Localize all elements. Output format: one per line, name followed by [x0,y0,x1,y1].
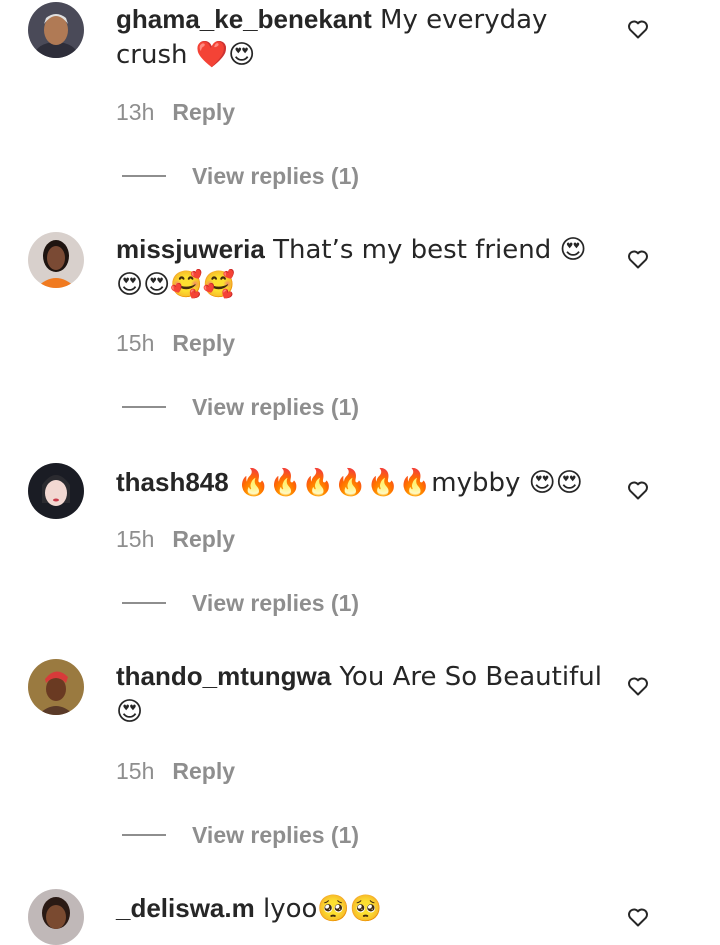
view-replies-button[interactable]: View replies (1) [122,162,359,190]
comment-username[interactable]: _deliswa.m [116,893,255,923]
heart-outline-icon[interactable] [626,674,650,698]
divider-line [122,834,166,836]
view-replies-label: View replies (1) [192,393,360,420]
comment-text: _deliswa.m lyoo🥺🥺 [116,891,606,926]
view-replies-button[interactable]: View replies (1) [122,821,359,849]
divider-line [122,602,166,604]
comment-time: 15h [116,330,155,356]
reply-button[interactable]: Reply [172,330,235,356]
comment-meta: 13h Reply [116,98,235,126]
comment-text: ghama_ke_benekant My everyday crush ❤️😍 [116,2,606,72]
comment-text: missjuweria That’s my best friend 😍😍😍🥰🥰 [116,232,606,302]
reply-button[interactable]: Reply [172,99,235,125]
divider-line [122,175,166,177]
comment-time: 13h [116,99,155,125]
heart-outline-icon[interactable] [626,478,650,502]
comment-username[interactable]: thando_mtungwa [116,661,331,691]
comment-body: 🔥🔥🔥🔥🔥🔥mybby 😍😍 [228,468,583,498]
reply-button[interactable]: Reply [172,526,235,552]
reply-button[interactable]: Reply [172,758,235,784]
view-replies-label: View replies (1) [192,162,360,189]
comment-meta: 15h Reply [116,757,235,785]
avatar[interactable] [28,232,84,288]
comment-username[interactable]: missjuweria [116,234,265,264]
comment-meta: 15h Reply [116,329,235,357]
comment-username[interactable]: thash848 [116,467,229,497]
comment-text: thando_mtungwa You Are So Beautiful 😍 [116,659,606,729]
view-replies-button[interactable]: View replies (1) [122,589,359,617]
view-replies-label: View replies (1) [192,821,360,848]
avatar[interactable] [28,889,84,945]
avatar[interactable] [28,2,84,58]
comment-text: thash848 🔥🔥🔥🔥🔥🔥mybby 😍😍 [116,465,606,500]
avatar[interactable] [28,659,84,715]
comment-body: lyoo🥺🥺 [254,894,383,924]
view-replies-button[interactable]: View replies (1) [122,393,359,421]
comment-username[interactable]: ghama_ke_benekant [116,4,372,34]
heart-outline-icon[interactable] [626,17,650,41]
heart-outline-icon[interactable] [626,905,650,929]
comment-time: 15h [116,758,155,784]
comment-time: 15h [116,526,155,552]
divider-line [122,406,166,408]
avatar[interactable] [28,463,84,519]
heart-outline-icon[interactable] [626,247,650,271]
view-replies-label: View replies (1) [192,589,360,616]
comment-meta: 15h Reply [116,525,235,553]
